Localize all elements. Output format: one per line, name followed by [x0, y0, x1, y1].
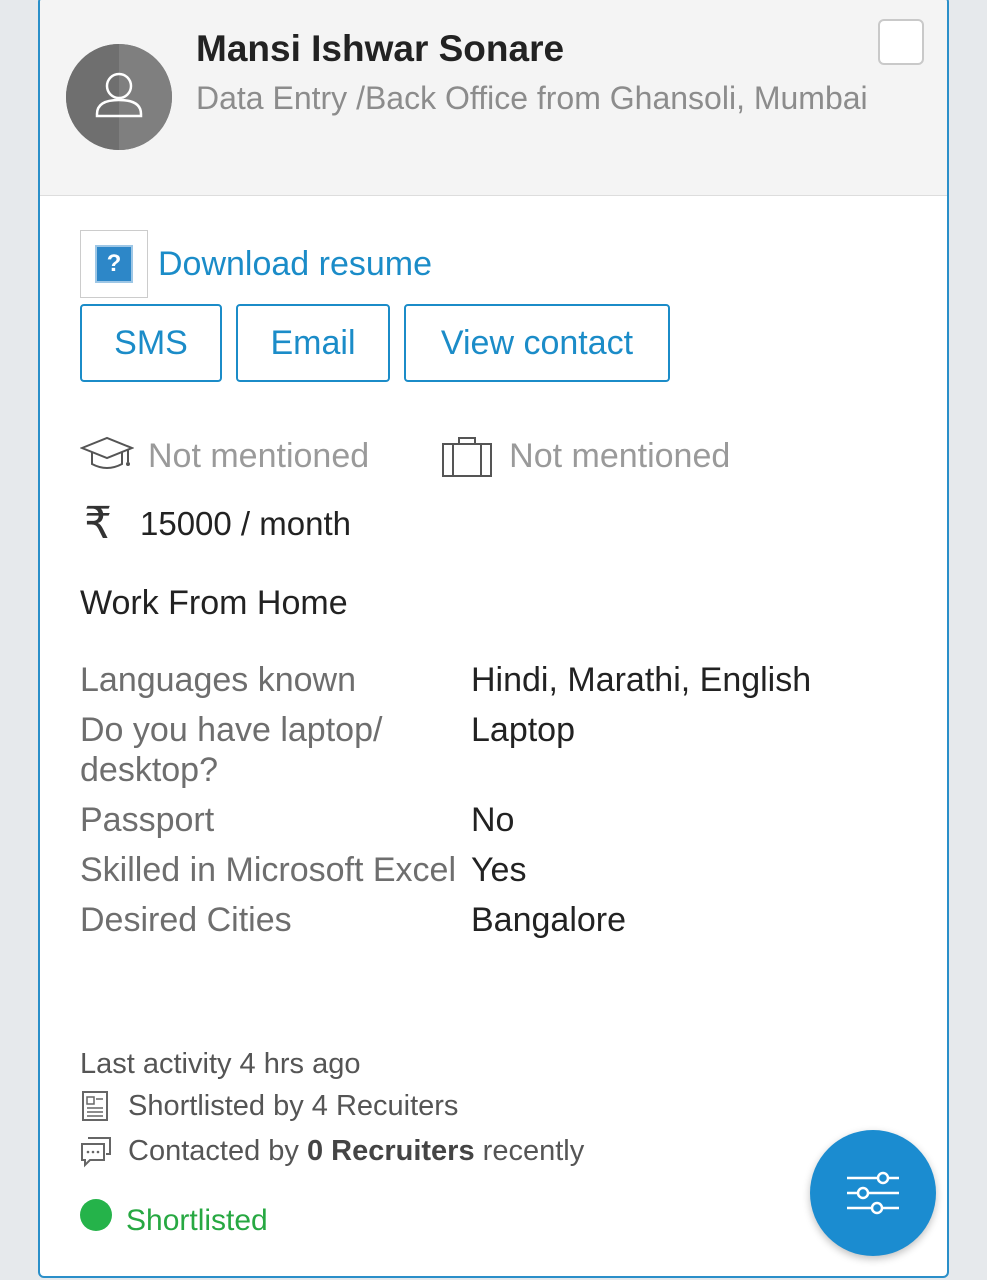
- fact-value: Laptop: [471, 711, 575, 749]
- shortlisted-by-text: Shortlisted by 4 Recuiters: [128, 1089, 459, 1122]
- email-button[interactable]: Email: [236, 304, 390, 382]
- salary-value: 15000 / month: [140, 504, 351, 542]
- facts-list: Languages known Hindi, Marathi, English …: [80, 660, 900, 950]
- fact-row: Skilled in Microsoft Excel Yes: [80, 850, 900, 890]
- download-resume-label[interactable]: Download resume: [158, 245, 432, 284]
- fact-row: Passport No: [80, 800, 900, 840]
- work-mode: Work From Home: [80, 584, 348, 622]
- contact-actions: SMS Email View contact: [80, 304, 670, 382]
- sms-button[interactable]: SMS: [80, 304, 222, 382]
- filter-button[interactable]: [810, 1130, 936, 1256]
- candidate-header: Mansi Ishwar Sonare Data Entry /Back Off…: [40, 0, 947, 196]
- select-checkbox[interactable]: [878, 19, 924, 65]
- rupee-icon: ₹: [84, 499, 112, 548]
- status-badge: Shortlisted: [80, 1199, 268, 1238]
- education-item: Not mentioned: [80, 434, 369, 478]
- view-contact-button[interactable]: View contact: [404, 304, 670, 382]
- sliders-icon: [847, 1171, 899, 1215]
- fact-key: Do you have laptop/ desktop?: [80, 711, 383, 789]
- fact-row: Do you have laptop/ desktop? Laptop: [80, 710, 900, 790]
- contacted-suffix: recently: [482, 1134, 585, 1167]
- last-activity: Last activity 4 hrs ago: [80, 1048, 361, 1080]
- fact-key: Desired Cities: [80, 901, 292, 939]
- contacted-count: 0 Recruiters: [306, 1134, 475, 1167]
- meta-row: Not mentioned Not mentioned: [80, 434, 730, 478]
- candidate-subtitle: Data Entry /Back Office from Ghansoli, M…: [196, 80, 868, 116]
- experience-item: Not mentioned: [441, 434, 730, 478]
- fact-value: No: [471, 801, 515, 839]
- status-dot-icon: [80, 1199, 112, 1231]
- fact-row: Desired Cities Bangalore: [80, 900, 900, 940]
- fact-key: Passport: [80, 801, 215, 839]
- download-resume-link[interactable]: ? Download resume: [80, 230, 432, 298]
- avatar: [66, 44, 172, 150]
- candidate-name: Mansi Ishwar Sonare: [196, 28, 565, 69]
- user-icon: [66, 44, 172, 150]
- candidate-card: Mansi Ishwar Sonare Data Entry /Back Off…: [38, 0, 949, 1278]
- experience-value: Not mentioned: [509, 436, 731, 475]
- fact-value: Bangalore: [471, 901, 627, 939]
- briefcase-icon: [442, 437, 493, 477]
- fact-row: Languages known Hindi, Marathi, English: [80, 660, 900, 700]
- fact-key: Languages known: [80, 661, 357, 699]
- fact-value: Yes: [471, 851, 527, 889]
- status-label: Shortlisted: [126, 1204, 268, 1237]
- education-value: Not mentioned: [148, 436, 370, 475]
- fact-key: Skilled in Microsoft Excel: [80, 851, 457, 889]
- graduation-cap-icon: [80, 436, 134, 469]
- profile-card-icon: [80, 1089, 128, 1123]
- resume-file-icon: ?: [80, 230, 148, 298]
- salary-row: ₹ 15000 / month: [80, 498, 351, 549]
- chat-icon: [80, 1134, 128, 1168]
- shortlisted-by-row: Shortlisted by 4 Recuiters: [80, 1089, 458, 1123]
- fact-value: Hindi, Marathi, English: [471, 661, 812, 699]
- contacted-prefix: Contacted by: [128, 1134, 299, 1167]
- contacted-by-row: Contacted by 0 Recruiters recently: [80, 1134, 584, 1168]
